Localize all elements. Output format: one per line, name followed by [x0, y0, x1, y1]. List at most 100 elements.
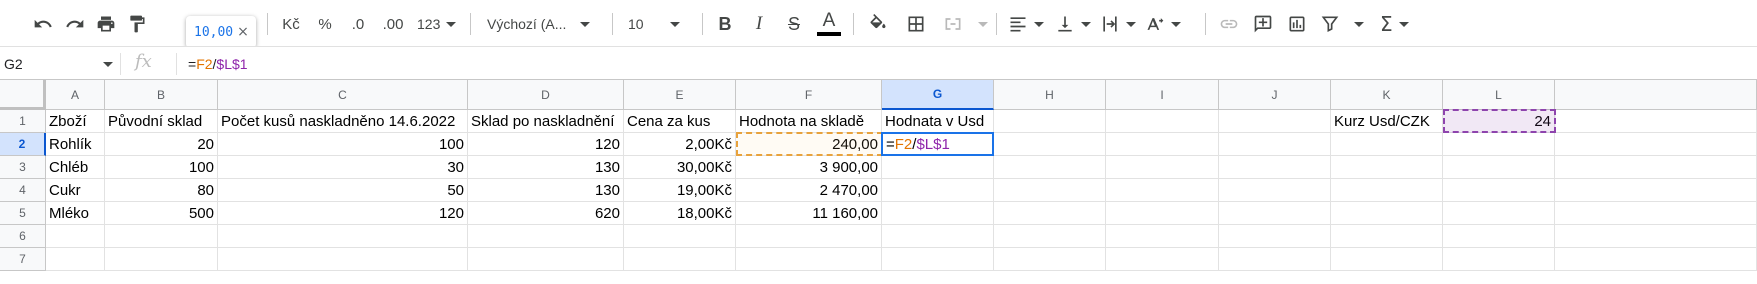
- cell-j2[interactable]: [1219, 133, 1331, 156]
- merge-cells-icon[interactable]: [940, 11, 966, 37]
- row-header-4[interactable]: 4: [0, 179, 46, 202]
- comment-icon[interactable]: [1250, 11, 1276, 37]
- row-header-1[interactable]: 1: [0, 110, 46, 133]
- cell-d4[interactable]: 130: [468, 179, 624, 202]
- cell-k4[interactable]: [1331, 179, 1443, 202]
- row-header-7[interactable]: 7: [0, 248, 46, 271]
- functions-dropdown[interactable]: Σ: [1380, 11, 1409, 37]
- cell-c4[interactable]: 50: [218, 179, 468, 202]
- cell-h4[interactable]: [994, 179, 1106, 202]
- column-header-f[interactable]: F: [736, 80, 882, 110]
- cell-b7[interactable]: [105, 248, 218, 271]
- cell-k7[interactable]: [1331, 248, 1443, 271]
- cell-j7[interactable]: [1219, 248, 1331, 271]
- cell-b3[interactable]: 100: [105, 156, 218, 179]
- cell-l2[interactable]: [1443, 133, 1555, 156]
- vertical-align-dropdown[interactable]: [1055, 11, 1091, 37]
- cell-f4[interactable]: 2 470,00: [736, 179, 882, 202]
- cell-g4[interactable]: [882, 179, 994, 202]
- row-header-2[interactable]: 2: [0, 133, 46, 156]
- undo-icon[interactable]: [30, 11, 56, 37]
- cell-f1[interactable]: Hodnota na skladě: [736, 110, 882, 133]
- cell-c7[interactable]: [218, 248, 468, 271]
- name-box[interactable]: G2: [0, 47, 120, 80]
- text-rotation-dropdown[interactable]: [1145, 11, 1181, 37]
- currency-format-button[interactable]: Kč: [278, 11, 304, 37]
- cell-f3[interactable]: 3 900,00: [736, 156, 882, 179]
- cell-k3[interactable]: [1331, 156, 1443, 179]
- italic-button[interactable]: I: [746, 11, 772, 37]
- column-header-d[interactable]: D: [468, 80, 624, 110]
- cell-d2[interactable]: 120: [468, 133, 624, 156]
- paint-format-icon[interactable]: [124, 11, 150, 37]
- text-wrap-dropdown[interactable]: [1100, 11, 1136, 37]
- cell-k6[interactable]: [1331, 225, 1443, 248]
- more-formats-dropdown[interactable]: 123: [417, 11, 457, 37]
- cell-j3[interactable]: [1219, 156, 1331, 179]
- formula-input[interactable]: =F2/$L$1: [188, 56, 248, 72]
- cell-h7[interactable]: [994, 248, 1106, 271]
- cell-e7[interactable]: [624, 248, 736, 271]
- cell-f7[interactable]: [736, 248, 882, 271]
- cell-a4[interactable]: Cukr: [46, 179, 105, 202]
- cell-b5[interactable]: 500: [105, 202, 218, 225]
- print-icon[interactable]: [93, 11, 119, 37]
- font-family-dropdown[interactable]: Výchozí (A...: [487, 11, 597, 37]
- row-header-5[interactable]: 5: [0, 202, 46, 225]
- cell-e3[interactable]: 30,00Kč: [624, 156, 736, 179]
- cell-i6[interactable]: [1106, 225, 1219, 248]
- cell-j6[interactable]: [1219, 225, 1331, 248]
- column-header-j[interactable]: J: [1219, 80, 1331, 110]
- cell-l3[interactable]: [1443, 156, 1555, 179]
- cell-e4[interactable]: 19,00Kč: [624, 179, 736, 202]
- cell-j4[interactable]: [1219, 179, 1331, 202]
- cell-g7[interactable]: [882, 248, 994, 271]
- cell-a1[interactable]: Zboží: [46, 110, 105, 133]
- cell-j1[interactable]: [1219, 110, 1331, 133]
- cell-l5[interactable]: [1443, 202, 1555, 225]
- cell-b1[interactable]: Původní sklad: [105, 110, 218, 133]
- cell-c2[interactable]: 100: [218, 133, 468, 156]
- link-icon[interactable]: [1216, 11, 1242, 37]
- cell-a5[interactable]: Mléko: [46, 202, 105, 225]
- column-header-l[interactable]: L: [1443, 80, 1555, 110]
- column-header-c[interactable]: C: [218, 80, 468, 110]
- cell-f2[interactable]: 240,00: [736, 133, 882, 156]
- cell-l4[interactable]: [1443, 179, 1555, 202]
- cell-b4[interactable]: 80: [105, 179, 218, 202]
- cell-l6[interactable]: [1443, 225, 1555, 248]
- filter-dropdown[interactable]: [1320, 11, 1364, 37]
- cell-e6[interactable]: [624, 225, 736, 248]
- increase-decimal-button[interactable]: .00: [378, 11, 408, 37]
- cell-l1[interactable]: 24: [1443, 110, 1555, 133]
- decrease-decimal-button[interactable]: .0: [345, 11, 371, 37]
- cell-i1[interactable]: [1106, 110, 1219, 133]
- cell-i7[interactable]: [1106, 248, 1219, 271]
- cell-d7[interactable]: [468, 248, 624, 271]
- cell-e1[interactable]: Cena za kus: [624, 110, 736, 133]
- cell-g3[interactable]: [882, 156, 994, 179]
- cell-j5[interactable]: [1219, 202, 1331, 225]
- cell-f6[interactable]: [736, 225, 882, 248]
- bold-button[interactable]: B: [712, 11, 738, 37]
- cell-h1[interactable]: [994, 110, 1106, 133]
- cell-h3[interactable]: [994, 156, 1106, 179]
- column-header-b[interactable]: B: [105, 80, 218, 110]
- column-header-h[interactable]: H: [994, 80, 1106, 110]
- cell-c5[interactable]: 120: [218, 202, 468, 225]
- cell-c3[interactable]: 30: [218, 156, 468, 179]
- cell-c1[interactable]: Počet kusů naskladněno 14.6.2022: [218, 110, 468, 133]
- row-header-6[interactable]: 6: [0, 225, 46, 248]
- cell-f5[interactable]: 11 160,00: [736, 202, 882, 225]
- cell-a2[interactable]: Rohlík: [46, 133, 105, 156]
- cell-d5[interactable]: 620: [468, 202, 624, 225]
- column-header-a[interactable]: A: [46, 80, 105, 110]
- cell-i5[interactable]: [1106, 202, 1219, 225]
- horizontal-align-dropdown[interactable]: [1008, 11, 1044, 37]
- cell-g6[interactable]: [882, 225, 994, 248]
- text-color-button[interactable]: A: [815, 11, 843, 37]
- borders-icon[interactable]: [903, 11, 929, 37]
- cell-d6[interactable]: [468, 225, 624, 248]
- cell-d3[interactable]: 130: [468, 156, 624, 179]
- redo-icon[interactable]: [62, 11, 88, 37]
